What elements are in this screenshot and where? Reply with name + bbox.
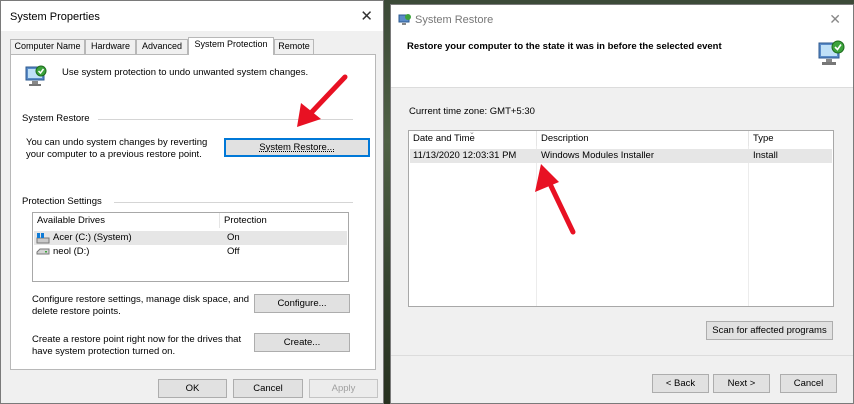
configure-description-1: Configure restore settings, manage disk … [32, 294, 250, 305]
system-restore-description-1: You can undo system changes by reverting [26, 137, 208, 148]
system-protection-icon [25, 65, 47, 86]
ok-button[interactable]: OK [158, 379, 227, 398]
sort-chevron-icon: ⌄ [469, 129, 475, 136]
back-button[interactable]: < Back [652, 374, 709, 393]
apply-button[interactable]: Apply [309, 379, 378, 398]
drives-list[interactable]: Available Drives Protection Acer (C:) (S… [32, 212, 349, 282]
title-bar: System Properties ✕ [1, 1, 383, 31]
annotation-arrow-icon [535, 164, 576, 235]
annotation-arrow-icon [297, 74, 348, 127]
tab-remote[interactable]: Remote [274, 39, 314, 54]
system-drive-icon [36, 233, 50, 244]
column-divider [748, 146, 749, 306]
column-protection[interactable]: Protection [220, 213, 348, 228]
window-title: System Restore [415, 14, 494, 26]
tab-computer-name[interactable]: Computer Name [10, 39, 85, 54]
create-description-2: have system protection turned on. [32, 346, 176, 357]
restore-points-list[interactable]: Date and Time ⌄ Description Type 11/13/2… [408, 129, 834, 307]
configure-description-2: delete restore points. [32, 306, 121, 317]
protection-settings-group-label: Protection Settings [22, 196, 102, 207]
column-description[interactable]: Description [537, 131, 749, 146]
system-restore-icon [818, 40, 845, 65]
system-properties-window: System Properties ✕ Computer Name Hardwa… [0, 0, 384, 404]
system-restore-group-label: System Restore [22, 113, 90, 124]
window-title: System Properties [10, 11, 100, 23]
wizard-header: System Restore ✕ Restore your computer t… [391, 5, 853, 87]
close-icon[interactable]: ✕ [360, 7, 373, 25]
create-button[interactable]: Create... [254, 333, 350, 352]
tab-advanced[interactable]: Advanced [136, 39, 188, 54]
drive-icon [36, 248, 50, 255]
group-divider [114, 202, 353, 203]
tab-system-protection[interactable]: System Protection [188, 37, 274, 55]
system-restore-small-icon [398, 14, 411, 25]
system-restore-window: System Restore ✕ Restore your computer t… [390, 4, 854, 404]
header-divider [391, 87, 853, 88]
drive-row[interactable]: neol (D:) Off [34, 245, 347, 259]
configure-button[interactable]: Configure... [254, 294, 350, 313]
close-icon[interactable]: ✕ [829, 11, 841, 28]
column-type[interactable]: Type [749, 131, 833, 146]
drive-name: neol (D:) [53, 246, 90, 257]
tab-hardware[interactable]: Hardware [85, 39, 136, 54]
footer-divider [391, 355, 853, 356]
restore-point-date: 11/13/2020 12:03:31 PM [413, 150, 517, 161]
drive-protection: Off [227, 246, 240, 257]
restore-point-type: Install [753, 150, 778, 161]
system-restore-button[interactable]: System Restore... [224, 138, 370, 157]
column-available-drives[interactable]: Available Drives [33, 213, 220, 228]
create-description-1: Create a restore point right now for the… [32, 334, 242, 345]
system-restore-description-2: your computer to a previous restore poin… [26, 149, 202, 160]
cancel-button[interactable]: Cancel [780, 374, 837, 393]
scan-affected-programs-button[interactable]: Scan for affected programs [706, 321, 833, 340]
drive-row[interactable]: Acer (C:) (System) On [34, 231, 347, 245]
drive-name: Acer (C:) (System) [53, 232, 132, 243]
current-timezone: Current time zone: GMT+5:30 [409, 106, 535, 117]
drive-protection: On [227, 232, 240, 243]
intro-text: Use system protection to undo unwanted s… [62, 67, 309, 78]
next-button[interactable]: Next > [713, 374, 770, 393]
cancel-button[interactable]: Cancel [233, 379, 303, 398]
wizard-heading: Restore your computer to the state it wa… [407, 41, 722, 52]
restore-point-row[interactable]: 11/13/2020 12:03:31 PM Windows Modules I… [410, 149, 832, 163]
system-restore-button-label: System Restore... [259, 142, 335, 153]
